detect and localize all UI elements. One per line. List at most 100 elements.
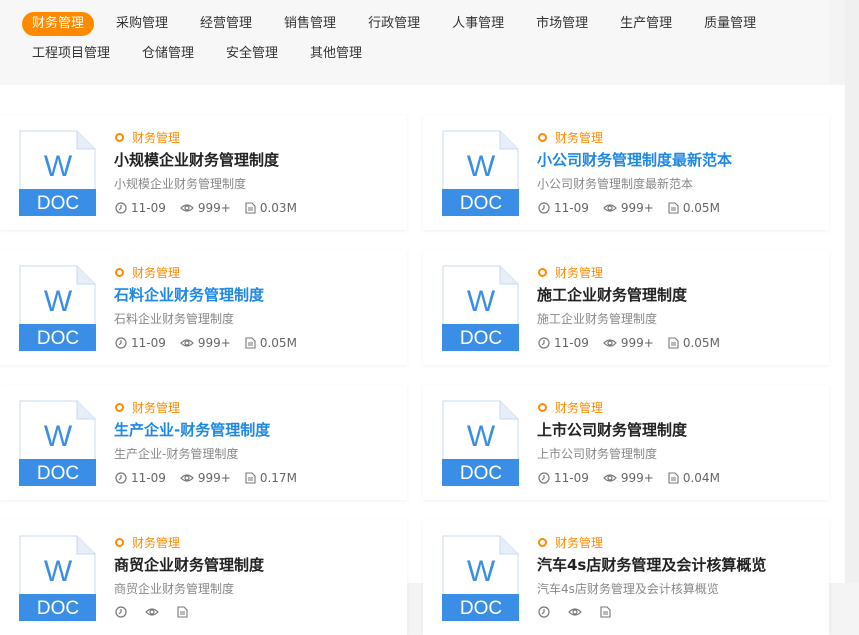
card-category: 财务管理 — [538, 534, 603, 551]
document-card[interactable]: W DOC 财务管理 商贸企业财务管理制度 商贸企业财务管理制度 — [0, 520, 407, 635]
doc-icon-ext: DOC — [460, 463, 502, 484]
card-title[interactable]: 石料企业财务管理制度 — [114, 284, 264, 305]
card-size: 0.03M — [245, 201, 297, 215]
card-size-value: 0.05M — [682, 201, 720, 215]
card-description: 小公司财务管理制度最新范本 — [537, 177, 694, 191]
tab-other[interactable]: 其他管理 — [300, 42, 372, 66]
card-category-label: 财务管理 — [555, 131, 604, 145]
doc-icon-ext: DOC — [460, 598, 502, 619]
file-icon — [600, 606, 611, 618]
card-meta: 11-09 999+ 0.05M — [538, 336, 734, 350]
doc-icon-ext: DOC — [37, 463, 79, 484]
card-views-value: 999+ — [620, 201, 654, 215]
card-views-value: 999+ — [620, 471, 654, 485]
scrollbar-track[interactable] — [845, 0, 859, 583]
clock-icon — [538, 337, 550, 349]
tab-row-2: 工程项目管理 仓储管理 安全管理 其他管理 — [22, 42, 829, 68]
document-card[interactable]: W DOC 财务管理 生产企业-财务管理制度 生产企业-财务管理制度 11-09… — [0, 385, 407, 500]
card-views: 999+ — [180, 336, 231, 350]
card-description: 施工企业财务管理制度 — [537, 312, 658, 326]
card-size: 0.17M — [245, 471, 297, 485]
word-doc-icon: W DOC — [442, 265, 519, 351]
clock-icon — [115, 337, 127, 349]
doc-icon-ext: DOC — [37, 598, 79, 619]
document-card[interactable]: W DOC 财务管理 小公司财务管理制度最新范本 小公司财务管理制度最新范本 1… — [423, 115, 829, 230]
file-icon — [177, 606, 188, 618]
tab-marketing[interactable]: 市场管理 — [526, 12, 598, 36]
tab-safety[interactable]: 安全管理 — [216, 42, 288, 66]
doc-icon-ext: DOC — [460, 193, 502, 214]
doc-icon-ext: DOC — [460, 328, 502, 349]
tab-production[interactable]: 生产管理 — [610, 12, 682, 36]
document-card[interactable]: W DOC 财务管理 上市公司财务管理制度 上市公司财务管理制度 11-09 9… — [423, 385, 829, 500]
card-size-value: 0.04M — [682, 471, 720, 485]
category-dot-icon — [538, 403, 547, 412]
card-title[interactable]: 施工企业财务管理制度 — [537, 284, 687, 305]
card-title[interactable]: 汽车4s店财务管理及会计核算概览 — [537, 554, 766, 575]
document-grid: W DOC 财务管理 小规模企业财务管理制度 小规模企业财务管理制度 11-09… — [0, 85, 859, 635]
tab-warehouse[interactable]: 仓储管理 — [132, 42, 204, 66]
category-dot-icon — [115, 133, 124, 142]
card-views: 999+ — [603, 471, 654, 485]
file-icon — [245, 202, 256, 214]
card-views-value: 999+ — [620, 336, 654, 350]
word-doc-icon: W DOC — [19, 400, 96, 486]
card-size-value: 0.05M — [682, 336, 720, 350]
tab-operations[interactable]: 经营管理 — [190, 12, 262, 36]
doc-icon-ext: DOC — [37, 328, 79, 349]
tab-quality[interactable]: 质量管理 — [694, 12, 766, 36]
doc-icon-letter: W — [44, 150, 73, 183]
card-date: 11-09 — [538, 336, 589, 350]
card-category-label: 财务管理 — [555, 401, 604, 415]
card-title[interactable]: 上市公司财务管理制度 — [537, 419, 687, 440]
card-size-value: 0.03M — [259, 201, 297, 215]
card-title[interactable]: 小公司财务管理制度最新范本 — [537, 149, 732, 170]
category-tabs: 财务管理 采购管理 经营管理 销售管理 行政管理 人事管理 市场管理 生产管理 … — [0, 0, 829, 85]
card-views-value: 999+ — [197, 471, 231, 485]
card-category: 财务管理 — [538, 399, 603, 416]
card-size-value: 0.05M — [259, 336, 297, 350]
file-icon — [668, 472, 679, 484]
document-card[interactable]: W DOC 财务管理 小规模企业财务管理制度 小规模企业财务管理制度 11-09… — [0, 115, 407, 230]
card-size: 0.04M — [668, 471, 720, 485]
card-date: 11-09 — [538, 201, 589, 215]
card-meta: 11-09 999+ 0.05M — [538, 201, 734, 215]
word-doc-icon: W DOC — [442, 535, 519, 621]
card-date-value: 11-09 — [554, 471, 589, 485]
card-description: 生产企业-财务管理制度 — [114, 447, 239, 461]
clock-icon — [538, 472, 550, 484]
card-category: 财务管理 — [115, 399, 180, 416]
card-size — [177, 606, 192, 618]
eye-icon — [180, 204, 194, 212]
card-title[interactable]: 商贸企业财务管理制度 — [114, 554, 264, 575]
card-size: 0.05M — [668, 336, 720, 350]
tab-purchasing[interactable]: 采购管理 — [106, 12, 178, 36]
card-category-label: 财务管理 — [555, 536, 604, 550]
tab-finance[interactable]: 财务管理 — [22, 12, 95, 36]
document-card[interactable]: W DOC 财务管理 石料企业财务管理制度 石料企业财务管理制度 11-09 9… — [0, 250, 407, 365]
card-category: 财务管理 — [115, 264, 180, 281]
card-title[interactable]: 小规模企业财务管理制度 — [114, 149, 279, 170]
tab-administration[interactable]: 行政管理 — [358, 12, 430, 36]
card-category: 财务管理 — [115, 534, 180, 551]
card-views — [568, 606, 586, 618]
tab-sales[interactable]: 销售管理 — [274, 12, 346, 36]
card-views — [145, 606, 163, 618]
tab-hr[interactable]: 人事管理 — [442, 12, 514, 36]
document-card[interactable]: W DOC 财务管理 汽车4s店财务管理及会计核算概览 汽车4s店财务管理及会计… — [423, 520, 829, 635]
card-title[interactable]: 生产企业-财务管理制度 — [114, 419, 270, 440]
card-views-value: 999+ — [197, 201, 231, 215]
eye-icon — [180, 474, 194, 482]
document-card[interactable]: W DOC 财务管理 施工企业财务管理制度 施工企业财务管理制度 11-09 9… — [423, 250, 829, 365]
card-date-value: 11-09 — [131, 336, 166, 350]
file-icon — [668, 337, 679, 349]
card-category-label: 财务管理 — [132, 131, 181, 145]
card-date — [115, 606, 131, 618]
card-description: 上市公司财务管理制度 — [537, 447, 658, 461]
clock-icon — [115, 472, 127, 484]
card-date-value: 11-09 — [554, 336, 589, 350]
category-dot-icon — [538, 268, 547, 277]
card-views: 999+ — [180, 471, 231, 485]
doc-icon-letter: W — [467, 555, 496, 588]
tab-engineering-project[interactable]: 工程项目管理 — [22, 42, 120, 66]
